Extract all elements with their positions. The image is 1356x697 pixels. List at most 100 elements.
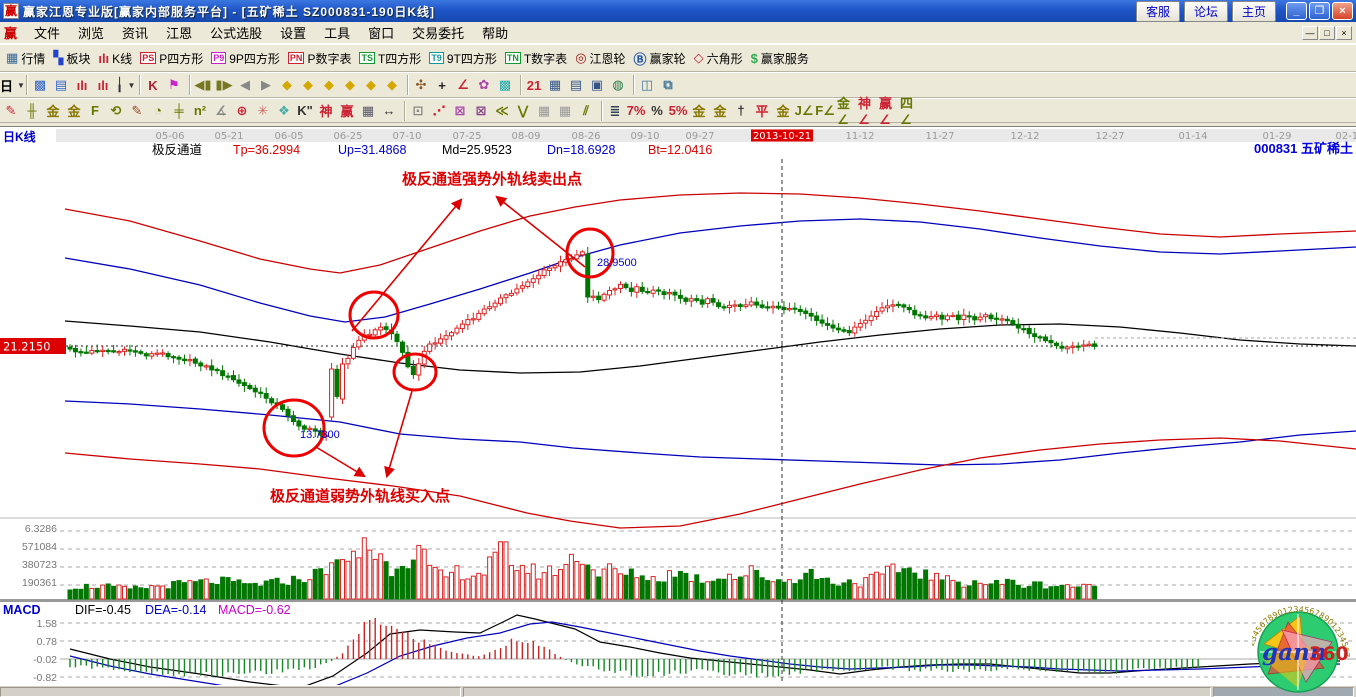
pattern-blue-icon[interactable]: ▩ — [31, 75, 52, 95]
j-angle-icon[interactable]: J∠ — [795, 101, 816, 121]
shen-icon[interactable]: 神 — [317, 101, 338, 121]
angle-tool-icon[interactable]: ∠ — [454, 75, 475, 95]
diamond-right-icon[interactable]: ◆ — [299, 75, 320, 95]
window-b-icon[interactable]: ⧉ — [659, 75, 680, 95]
quick-button-0[interactable]: 客服 — [1136, 1, 1180, 22]
grid-red-icon[interactable]: ▦ — [535, 101, 556, 121]
magic-tool-icon[interactable]: ✿ — [475, 75, 496, 95]
hand-icon[interactable]: ✣ — [412, 75, 433, 95]
chart-canvas[interactable]: 05-0605-2106-0506-2507-1007-2508-0908-26… — [0, 126, 1356, 685]
box-tool-icon[interactable]: ⊡ — [409, 101, 430, 121]
star-red-icon[interactable]: ✳ — [254, 101, 275, 121]
calculator-icon[interactable]: ▦ — [546, 75, 567, 95]
9t-square-button[interactable]: T99T四方形 — [425, 47, 501, 69]
save-icon[interactable]: ▣ — [588, 75, 609, 95]
grid-lines-icon[interactable]: ╫ — [23, 101, 44, 121]
clock-circle-icon[interactable]: ◔ — [149, 101, 170, 121]
t-square-button[interactable]: TST四方形 — [355, 47, 425, 69]
gann-wheel-button[interactable]: ◎江恩轮 — [571, 47, 629, 69]
slant-lines-icon[interactable]: ⫽ — [577, 101, 598, 121]
restore-button[interactable]: ❐ — [1309, 2, 1330, 20]
gold-tri-icon[interactable]: 金 — [774, 101, 795, 121]
v-lines-icon[interactable]: ⋁ — [514, 101, 535, 121]
p-square-button[interactable]: PSP四方形 — [136, 47, 207, 69]
k-box-icon[interactable]: K — [144, 75, 165, 95]
gold-circle-icon[interactable]: 金 — [690, 101, 711, 121]
pct-5-icon[interactable]: 5% — [669, 101, 690, 121]
quote-list-icon[interactable]: ▤ — [52, 75, 73, 95]
gold-grid-1-icon[interactable]: 金 — [44, 101, 65, 121]
pen-red-icon[interactable]: ✎ — [2, 101, 23, 121]
menu-item-6[interactable]: 工具 — [315, 21, 359, 44]
si-angle-icon[interactable]: 四∠ — [900, 101, 921, 121]
h-arrows-icon[interactable]: ↔ — [380, 101, 401, 121]
quotes-button[interactable]: ▦行情 — [2, 47, 49, 69]
web-grid-icon[interactable]: ❖ — [275, 101, 296, 121]
web-icon[interactable]: ◍ — [609, 75, 630, 95]
menu-item-3[interactable]: 江恩 — [157, 21, 201, 44]
mdi-button-1[interactable]: □ — [1319, 26, 1335, 40]
dropdown-arrow-icon[interactable]: ▼ — [17, 81, 25, 90]
menu-item-7[interactable]: 窗口 — [359, 21, 403, 44]
close-button[interactable]: × — [1332, 2, 1353, 20]
menu-item-5[interactable]: 设置 — [271, 21, 315, 44]
bars-9-icon[interactable]: ılı — [94, 75, 115, 95]
minimize-button[interactable]: _ — [1286, 2, 1307, 20]
kline-button[interactable]: ılıK线 — [94, 47, 136, 69]
next-icon[interactable]: ▶ — [257, 75, 278, 95]
pen-2-icon[interactable]: ✎ — [128, 101, 149, 121]
ying-angle-icon[interactable]: 赢∠ — [879, 101, 900, 121]
ping-a-icon[interactable]: 平 — [753, 101, 774, 121]
mdi-button-0[interactable]: — — [1302, 26, 1318, 40]
fan-small-icon[interactable]: ≪ — [493, 101, 514, 121]
prev-icon[interactable]: ◀ — [236, 75, 257, 95]
period-day-icon[interactable]: 日▼ — [2, 75, 23, 95]
flag-icon[interactable]: ⚑ — [165, 75, 186, 95]
k-quote-icon[interactable]: K" — [296, 101, 317, 121]
menu-item-0[interactable]: 文件 — [25, 21, 69, 44]
menu-item-2[interactable]: 资讯 — [113, 21, 157, 44]
bars-3-icon[interactable]: ılı — [73, 75, 94, 95]
p-table-button[interactable]: PNP数字表 — [284, 47, 356, 69]
last-icon[interactable]: ▮▶ — [215, 75, 236, 95]
pct-7-icon[interactable]: 7% — [627, 101, 648, 121]
spiral-icon[interactable]: ⟲ — [107, 101, 128, 121]
shen-angle-icon[interactable]: 神∠ — [858, 101, 879, 121]
quick-button-1[interactable]: 论坛 — [1184, 1, 1228, 22]
box-fan-2-icon[interactable]: ⊠ — [472, 101, 493, 121]
calendar-icon[interactable]: 21 — [525, 75, 546, 95]
quick-button-2[interactable]: 主页 — [1232, 1, 1276, 22]
hexagon-button[interactable]: ◇六角形 — [690, 47, 747, 69]
menu-item-8[interactable]: 交易委托 — [403, 21, 473, 44]
grid-arrow-icon[interactable]: ▦ — [556, 101, 577, 121]
n-square-icon[interactable]: n² — [191, 101, 212, 121]
box-fan-icon[interactable]: ⊠ — [451, 101, 472, 121]
dropdown-arrow-icon[interactable]: ▼ — [127, 81, 135, 90]
winner-wheel-button[interactable]: Ⓑ赢家轮 — [630, 47, 690, 69]
diamond-in-icon[interactable]: ◆ — [320, 75, 341, 95]
candle-style-icon[interactable]: ╽▼ — [115, 75, 136, 95]
gold-line-icon[interactable]: 金 — [711, 101, 732, 121]
first-icon[interactable]: ◀▮ — [194, 75, 215, 95]
candle-pen-icon[interactable]: † — [732, 101, 753, 121]
fan-red-icon[interactable]: ⋰ — [430, 101, 451, 121]
mdi-button-2[interactable]: × — [1336, 26, 1352, 40]
menu-item-9[interactable]: 帮助 — [473, 21, 517, 44]
angle-a-icon[interactable]: ∡ — [212, 101, 233, 121]
list-tool-icon[interactable]: ≣ — [606, 101, 627, 121]
diamond-left-icon[interactable]: ◆ — [278, 75, 299, 95]
ruler-icon[interactable]: ╪ — [170, 101, 191, 121]
9p-square-button[interactable]: P99P四方形 — [207, 47, 284, 69]
diamond-out-icon[interactable]: ◆ — [341, 75, 362, 95]
menu-item-4[interactable]: 公式选股 — [201, 21, 271, 44]
gold-grid-2-icon[interactable]: 金 — [65, 101, 86, 121]
crosshair-icon[interactable]: + — [433, 75, 454, 95]
menu-item-1[interactable]: 浏览 — [69, 21, 113, 44]
gold-angle-icon[interactable]: 金∠ — [837, 101, 858, 121]
ying-icon[interactable]: 赢 — [338, 101, 359, 121]
diamond-up-icon[interactable]: ◆ — [362, 75, 383, 95]
notes-icon[interactable]: ▤ — [567, 75, 588, 95]
f-angle-icon[interactable]: F∠ — [816, 101, 837, 121]
pattern-teal-icon[interactable]: ▩ — [496, 75, 517, 95]
diamond-down-icon[interactable]: ◆ — [383, 75, 404, 95]
